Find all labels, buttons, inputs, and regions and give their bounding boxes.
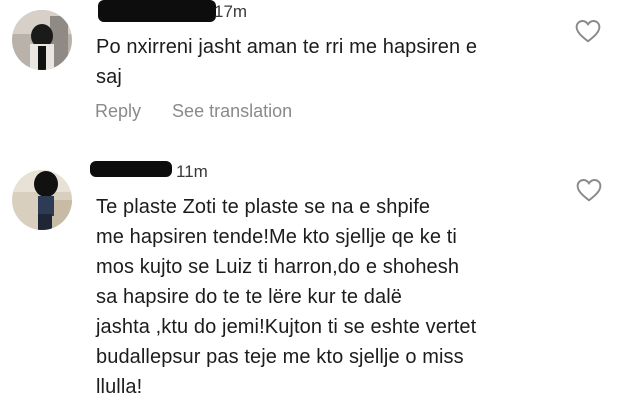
comment-text-line: Te plaste Zoti te plaste se na e shpife — [96, 196, 431, 218]
comment-text-line: saj — [96, 66, 122, 88]
avatar[interactable] — [12, 10, 72, 70]
comment-text: Te plaste Zoti te plaste se na e shpife … — [96, 192, 476, 402]
avatar-image — [12, 10, 72, 70]
heart-outline-icon[interactable] — [575, 19, 601, 43]
username-redacted — [98, 0, 216, 22]
comment-timestamp: 11m — [176, 162, 208, 181]
comment-text-line: jashta ,ktu do jemi!Kujton ti se eshte v… — [96, 316, 477, 338]
username-redacted — [90, 161, 172, 177]
comment-text: Po nxirreni jasht aman te rri me hapsire… — [96, 32, 477, 92]
comment-text-line: mos kujto se Luiz ti harron,do e shohesh — [96, 256, 460, 278]
comment-text-line: Po nxirreni jasht aman te rri me hapsire… — [96, 36, 478, 58]
comment-text-line: sa hapsire do te te lëre kur te dalë — [96, 286, 403, 308]
comment-2: 11m Te plaste Zoti te plaste se na e shp… — [0, 150, 640, 403]
heart-outline-icon[interactable] — [576, 178, 602, 202]
comment-text-line: budallepsur pas teje me kto sjellje o mi… — [96, 346, 464, 368]
avatar-image — [12, 170, 72, 230]
comment-timestamp: 17m — [214, 2, 248, 21]
comment-actions: Reply See translation — [95, 101, 318, 122]
reply-button[interactable]: Reply — [95, 101, 141, 121]
see-translation-button[interactable]: See translation — [172, 101, 292, 121]
cropped-edge — [0, 394, 640, 403]
comment-text-line: me hapsiren tende!Me kto sjellje qe ke t… — [96, 226, 457, 248]
comment-1: 17m Po nxirreni jasht aman te rri me hap… — [0, 0, 640, 140]
avatar[interactable] — [12, 170, 72, 230]
